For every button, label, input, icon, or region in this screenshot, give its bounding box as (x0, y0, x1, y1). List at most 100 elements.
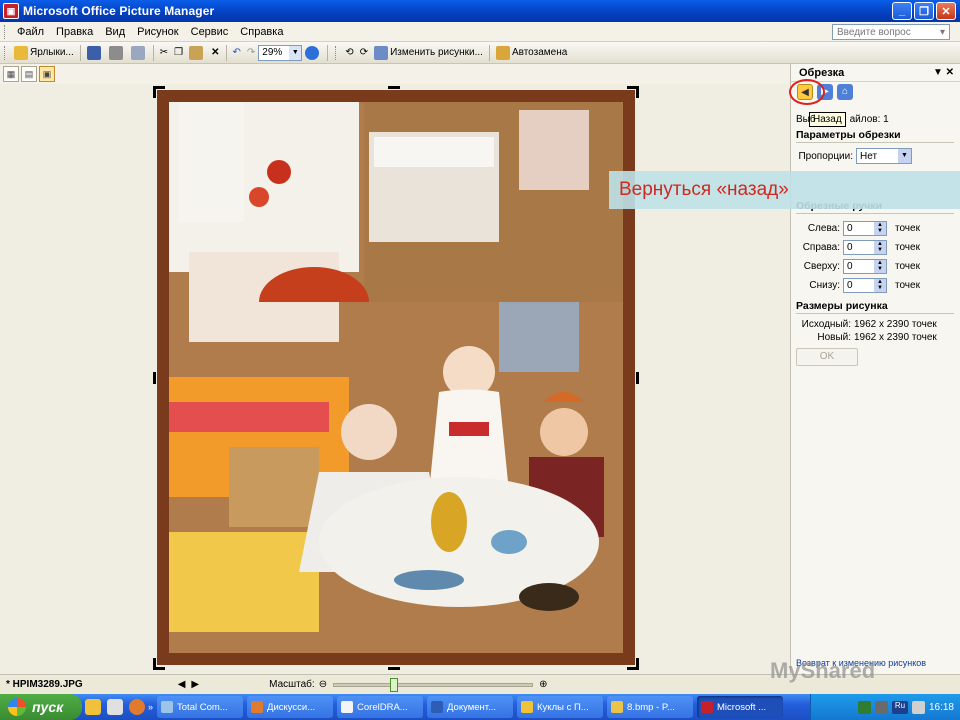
right-spinner[interactable]: 0 ▲ ▼ (843, 239, 887, 255)
chevron-right-icon[interactable]: » (148, 702, 153, 712)
zoom-slider[interactable] (333, 677, 534, 692)
mail-icon (130, 45, 145, 60)
home-button[interactable]: ⌂ (837, 84, 853, 100)
task-button-active[interactable]: Microsoft ... (697, 696, 784, 718)
proportions-label: Пропорции: (798, 150, 853, 162)
tray-icon[interactable] (857, 700, 871, 714)
bottom-unit: точек (895, 279, 920, 291)
maximize-button[interactable]: ❐ (914, 2, 934, 20)
crop-handle-bottom[interactable] (388, 667, 400, 670)
callout-box: Вернуться «назад» (609, 171, 960, 209)
shortcuts-label: Ярлыки... (30, 47, 74, 58)
quicklaunch-icon[interactable] (85, 699, 101, 715)
task-label: Total Com... (177, 701, 228, 713)
copy-button[interactable]: ❐ (172, 44, 185, 62)
crop-handle-bottom-left[interactable] (153, 658, 165, 670)
new-label: Новый: (817, 331, 851, 343)
task-button[interactable]: Документ... (427, 696, 514, 718)
crop-handle-top[interactable] (388, 86, 400, 89)
spin-arrows-icon[interactable]: ▲ ▼ (874, 259, 886, 273)
framed-artwork (157, 90, 635, 665)
shortcuts-button[interactable]: Ярлыки... (12, 44, 76, 62)
highlight-circle (789, 79, 825, 105)
crop-task-pane: Обрезка ▼ ✕ ◀ ▶ ⌂ Назад Выб айлов: 1 Пара… (789, 64, 960, 674)
paint-icon (611, 701, 624, 713)
task-pane-menu-icon[interactable]: ▼ ✕ (933, 67, 954, 78)
task-button[interactable]: Total Com... (157, 696, 244, 718)
volume-icon[interactable] (911, 700, 925, 714)
rotate-left-button[interactable]: ⟲ (343, 44, 355, 62)
task-pane-header: Обрезка ▼ ✕ (791, 64, 960, 82)
zoom-in-icon[interactable]: ⊕ (539, 679, 547, 690)
menu-view[interactable]: Вид (99, 26, 131, 38)
folder-icon (521, 701, 534, 713)
toolbar-divider (152, 44, 154, 61)
menu-edit[interactable]: Правка (50, 26, 99, 38)
paste-button[interactable] (187, 44, 207, 62)
bottom-spinner[interactable]: 0 ▲ ▼ (843, 277, 887, 293)
zoom-combo[interactable]: 29% ▼ (258, 44, 303, 61)
ok-button[interactable]: OK (796, 348, 858, 366)
menu-file[interactable]: Файл (11, 26, 50, 38)
crop-handle-top-left[interactable] (153, 86, 165, 98)
minimize-button[interactable]: _ (892, 2, 912, 20)
nav-next-icon[interactable]: ▶ (191, 679, 199, 690)
spin-arrows-icon[interactable]: ▲ ▼ (874, 221, 886, 235)
crop-handle-right[interactable] (636, 372, 639, 384)
ask-question-input[interactable]: Введите вопрос ▾ (832, 24, 950, 40)
picture-preview[interactable] (157, 90, 635, 665)
cut-button[interactable]: ✂ (158, 44, 170, 62)
home-icon: ⌂ (841, 86, 849, 97)
nav-prev-icon[interactable]: ◀ (178, 679, 186, 690)
close-button[interactable]: ✕ (936, 2, 956, 20)
help-button[interactable] (303, 44, 323, 62)
spin-arrows-icon[interactable]: ▲ ▼ (874, 240, 886, 254)
crop-handle-bottom-right[interactable] (627, 658, 639, 670)
toolbar-grip[interactable] (4, 45, 7, 60)
crop-handle-top-right[interactable] (627, 86, 639, 98)
quicklaunch-icon[interactable] (107, 699, 123, 715)
left-spinner[interactable]: 0 ▲ ▼ (843, 220, 887, 236)
menu-grip[interactable] (4, 24, 7, 39)
proportions-select[interactable]: Нет ▼ (856, 148, 912, 164)
spin-arrows-icon[interactable]: ▲ ▼ (874, 278, 886, 292)
language-indicator[interactable]: Ru (891, 700, 908, 714)
edit-pictures-button[interactable]: Изменить рисунки... (372, 44, 485, 62)
delete-button[interactable]: ✕ (209, 44, 221, 62)
menu-help[interactable]: Справка (234, 26, 289, 38)
chevron-down-icon: ▾ (939, 26, 945, 38)
crop-handle-left[interactable] (153, 372, 156, 384)
menu-tools[interactable]: Сервис (185, 26, 235, 38)
back-button[interactable]: ◀ (789, 79, 825, 105)
single-view-button[interactable]: ▣ (39, 66, 55, 82)
save-icon (86, 45, 101, 60)
redo-button[interactable]: ↷ (245, 44, 257, 62)
zoom-out-icon[interactable]: ⊖ (319, 679, 327, 690)
zoom-slider-thumb[interactable] (389, 677, 398, 692)
top-spinner[interactable]: 0 ▲ ▼ (843, 258, 887, 274)
task-button[interactable]: Дискусси... (247, 696, 334, 718)
task-button[interactable]: CorelDRA... (337, 696, 424, 718)
crop-params-title: Параметры обрезки (796, 129, 954, 143)
rotate-right-button[interactable]: ⟳ (358, 44, 370, 62)
firefox-icon[interactable] (129, 699, 145, 715)
filmstrip-view-button[interactable]: ▤ (21, 66, 37, 82)
print-button[interactable] (107, 44, 127, 62)
start-button[interactable]: пуск (0, 694, 82, 720)
send-button[interactable] (129, 44, 149, 62)
task-button[interactable]: 8.bmp - P... (607, 696, 694, 718)
tray-icon[interactable] (874, 700, 888, 714)
delete-icon: ✕ (211, 47, 220, 58)
toolbar-divider (79, 44, 81, 61)
autofix-label: Автозамена (511, 47, 568, 58)
save-button[interactable] (85, 44, 105, 62)
task-button[interactable]: Куклы с П... (517, 696, 604, 718)
undo-button[interactable]: ↶ (231, 44, 243, 62)
autofix-button[interactable]: Автозамена (494, 44, 569, 62)
proportions-row: Пропорции: Нет ▼ (796, 148, 956, 164)
thumbnail-view-button[interactable]: ▦ (3, 66, 19, 82)
copy-icon: ❐ (174, 47, 184, 58)
menu-picture[interactable]: Рисунок (131, 26, 185, 38)
toolbar-grip[interactable] (335, 45, 338, 60)
start-label: пуск (32, 699, 64, 715)
